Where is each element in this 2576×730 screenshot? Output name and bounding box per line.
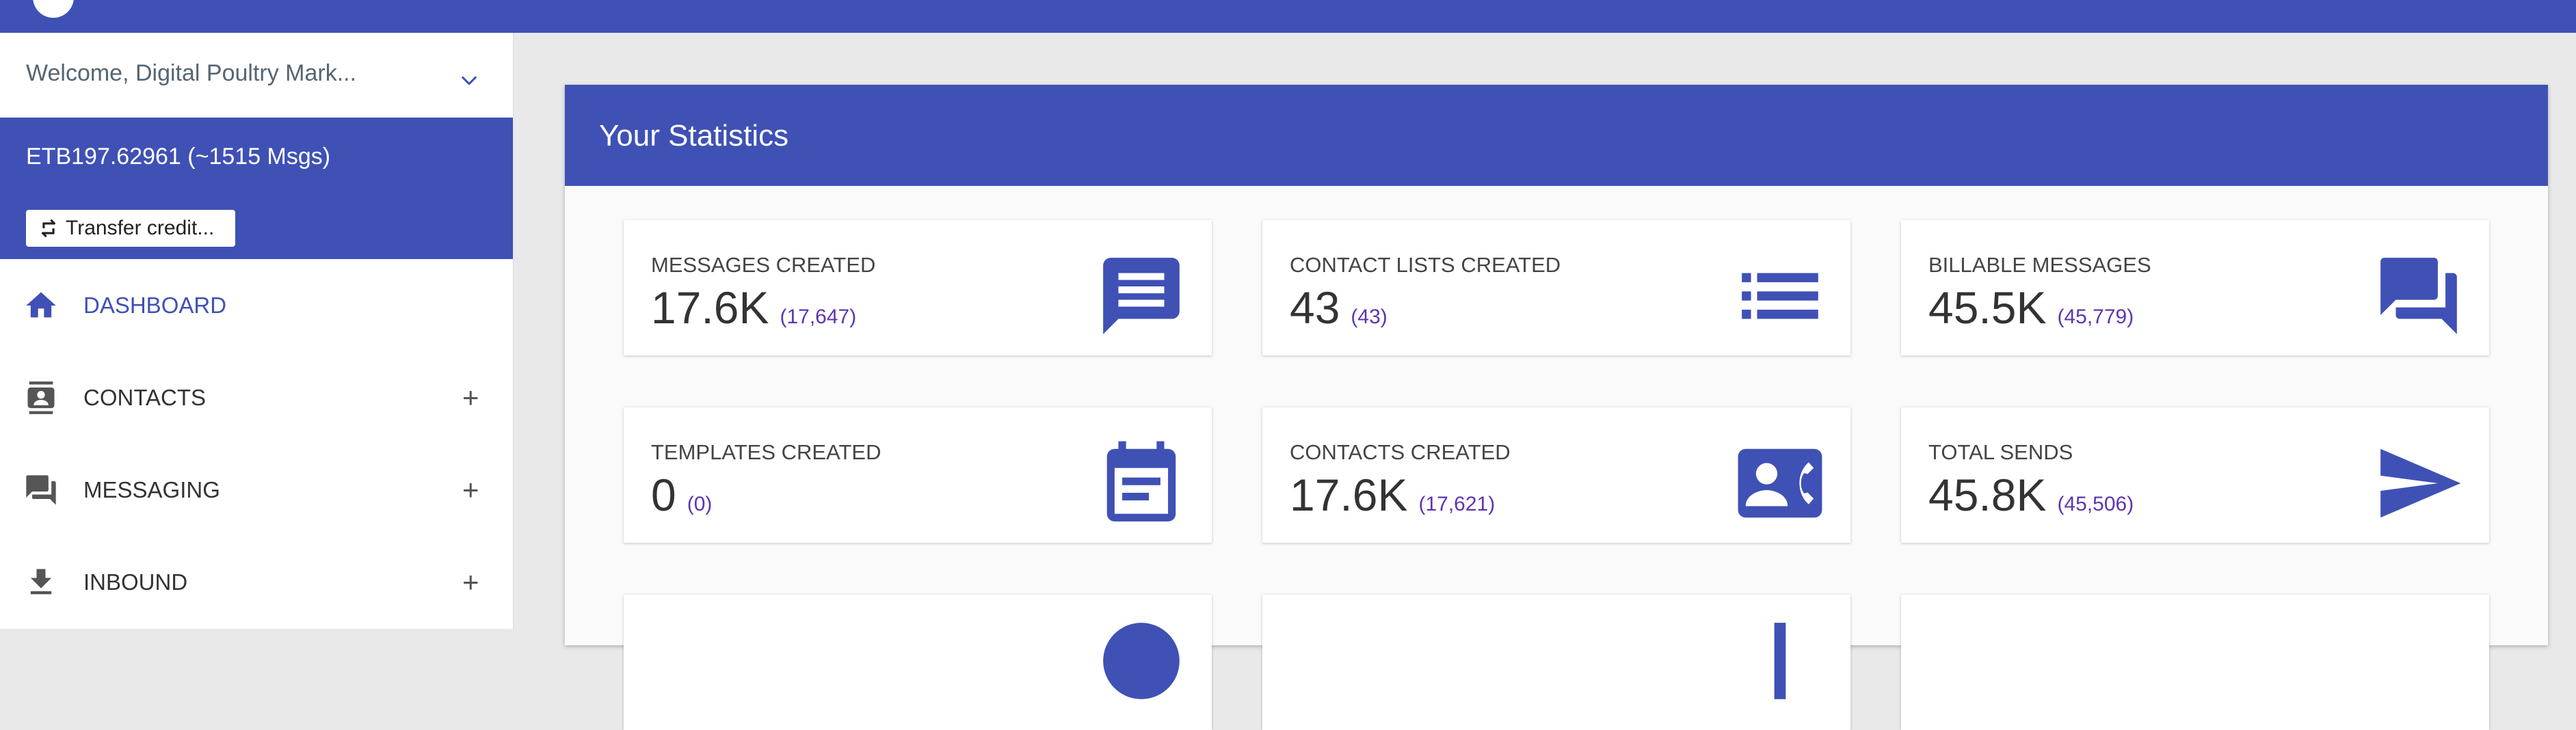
stat-value-row: 0 (0) <box>651 469 712 521</box>
stat-value-row: 45.8K (45,506) <box>1928 469 2134 521</box>
contacts-icon <box>27 381 55 414</box>
stat-exact: (45,506) <box>2057 493 2134 515</box>
list-icon <box>1742 273 1818 319</box>
expand-plus-icon[interactable]: + <box>462 567 479 597</box>
statistics-header: Your Statistics <box>565 85 2548 186</box>
stat-value: 17.6K <box>1290 470 1408 520</box>
credit-balance: ETB197.62961 (~1515 Msgs) <box>26 144 331 170</box>
stat-label: TOTAL SENDS <box>1928 440 2073 464</box>
forum-icon <box>2380 258 2457 334</box>
stat-label: TEMPLATES CREATED <box>651 440 881 464</box>
stat-value: 17.6K <box>651 282 769 333</box>
stat-value: 45.8K <box>1928 470 2047 520</box>
stat-value: 0 <box>651 470 676 520</box>
sidebar-item-inbound[interactable]: INBOUND + <box>0 536 513 628</box>
welcome-text: Welcome, Digital Poultry Mark... <box>26 60 357 86</box>
stat-exact: (0) <box>687 493 713 515</box>
stat-exact: (17,621) <box>1418 493 1496 515</box>
contact-phone-icon <box>1738 448 1822 518</box>
transfer-credit-label: Transfer credit... <box>66 217 215 239</box>
stat-value-row: 45.5K (45,779) <box>1928 282 2134 334</box>
statistics-card: Your Statistics MESSAGES CREATED 17.6K (… <box>565 85 2548 730</box>
stat-exact: (45,779) <box>2057 306 2134 328</box>
calendar-icon <box>1106 441 1176 522</box>
stat-tile-partial <box>1262 595 1850 730</box>
stat-tile-messages-created: MESSAGES CREATED 17.6K (17,647) <box>624 220 1212 355</box>
statistics-title: Your Statistics <box>599 119 789 152</box>
stat-tile-total-sends: TOTAL SENDS 45.8K (45,506) <box>1901 407 2489 543</box>
send-icon <box>2380 448 2461 518</box>
stat-label: MESSAGES CREATED <box>651 253 876 277</box>
messaging-icon <box>26 474 56 505</box>
home-icon <box>26 292 56 317</box>
account-menu[interactable]: Welcome, Digital Poultry Mark... <box>0 33 513 118</box>
sidebar-item-label: CONTACTS <box>83 384 207 410</box>
stat-tile-partial <box>624 595 1212 730</box>
stat-value: 45.5K <box>1928 282 2047 333</box>
transfer-credit-button[interactable]: Transfer credit... <box>26 210 235 247</box>
stat-tile-templates-created: TEMPLATES CREATED 0 (0) <box>624 407 1212 543</box>
stat-tile-contacts-created: CONTACTS CREATED 17.6K (17,621) <box>1262 407 1850 543</box>
download-icon <box>30 569 52 594</box>
sidebar-item-messaging[interactable]: MESSAGING + <box>0 444 513 536</box>
partial-icon <box>1103 623 1180 699</box>
stat-tile-billable-messages: BILLABLE MESSAGES 45.5K (45,779) <box>1901 220 2489 355</box>
stat-value-row: 43 (43) <box>1290 282 1387 334</box>
expand-plus-icon[interactable]: + <box>462 383 479 412</box>
credit-panel: ETB197.62961 (~1515 Msgs) Transfer credi… <box>0 118 513 259</box>
app-logo[interactable] <box>33 0 74 18</box>
sidebar-item-label: INBOUND <box>83 569 188 595</box>
stat-tile-contact-lists-created: CONTACT LISTS CREATED 43 (43) <box>1262 220 1850 355</box>
sidebar-nav: DASHBOARD CONTACTS + MESSAGING + INBOUND… <box>0 259 513 628</box>
stat-value: 43 <box>1290 282 1340 333</box>
stat-value-row: 17.6K (17,621) <box>1290 469 1495 521</box>
stat-value-row: 17.6K (17,647) <box>651 282 856 334</box>
top-app-bar <box>0 0 2576 33</box>
message-icon <box>1103 258 1180 334</box>
sidebar-item-contacts[interactable]: CONTACTS + <box>0 351 513 444</box>
transfer-icon <box>41 219 56 237</box>
sidebar: Welcome, Digital Poultry Mark... ETB197.… <box>0 33 514 629</box>
sidebar-item-label: DASHBOARD <box>83 292 227 318</box>
chevron-down-icon[interactable] <box>460 71 479 90</box>
sidebar-item-label: MESSAGING <box>83 476 220 502</box>
partial-icon <box>1774 623 1786 699</box>
stat-exact: (43) <box>1351 306 1387 328</box>
stat-exact: (17,647) <box>780 306 857 328</box>
expand-plus-icon[interactable]: + <box>462 475 479 504</box>
stat-label: CONTACTS CREATED <box>1290 440 1511 464</box>
stat-tile-partial <box>1901 595 2489 730</box>
stat-label: CONTACT LISTS CREATED <box>1290 253 1561 277</box>
stat-label: BILLABLE MESSAGES <box>1928 253 2151 277</box>
sidebar-item-dashboard[interactable]: DASHBOARD <box>0 259 513 351</box>
